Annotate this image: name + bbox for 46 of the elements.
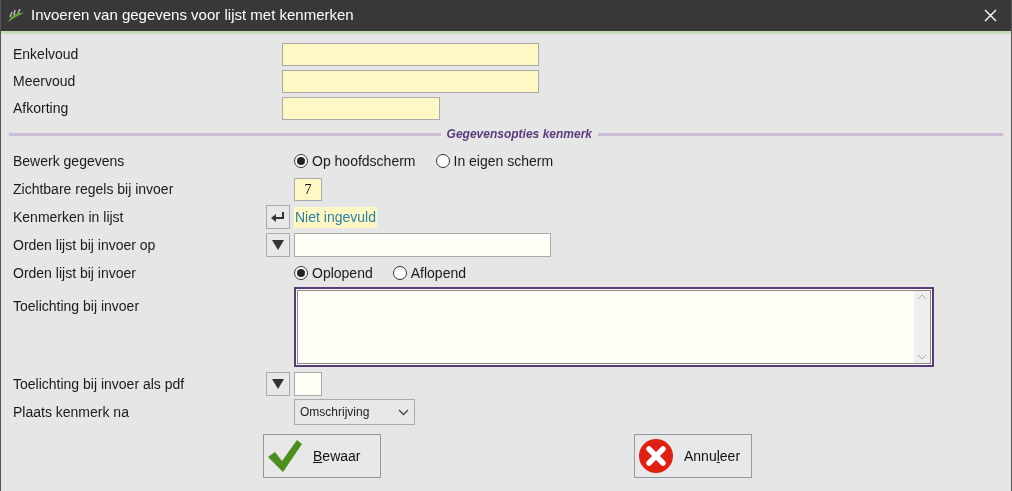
field-label: Toelichting bij invoer als pdf (13, 374, 186, 394)
radio-button[interactable] (435, 154, 450, 168)
radio-button[interactable] (392, 266, 407, 280)
radio-button[interactable] (294, 154, 308, 168)
enter-button[interactable] (266, 205, 290, 229)
field-label: Kenmerken in lijst (13, 207, 125, 227)
text-field[interactable] (282, 97, 440, 120)
checkmark-icon (267, 439, 303, 473)
chevron-down-icon (398, 408, 409, 416)
text-field[interactable] (294, 372, 322, 396)
radio-label: In eigen scherm (453, 151, 554, 171)
enter-icon (271, 212, 285, 222)
window-title: Invoeren van gegevens voor lijst met kenmerken (31, 5, 354, 26)
chevron-up-icon (917, 294, 927, 300)
field-label: Meervoud (13, 72, 77, 91)
field-label: Toelichting bij invoer (13, 297, 141, 316)
text-area[interactable] (294, 287, 934, 367)
number-field[interactable]: 7 (294, 177, 322, 201)
field-label: Afkorting (13, 99, 70, 118)
leaf-icon (7, 8, 25, 23)
cancel-button[interactable]: Annuleer (634, 434, 752, 478)
field-label: Orden lijst bij invoer op (13, 235, 157, 255)
text-field[interactable] (294, 233, 551, 257)
field-label: Bewerk gegevens (13, 151, 126, 171)
triangle-down-icon (272, 379, 284, 389)
value-link[interactable]: Niet ingevuld (294, 206, 377, 228)
field-label: Zichtbare regels bij invoer (13, 179, 175, 199)
cancel-icon (638, 438, 674, 474)
select-dropdown[interactable]: Omschrijving (294, 399, 415, 425)
field-label: Orden lijst bij invoer (13, 263, 137, 283)
radio-label: Aflopend (410, 263, 466, 283)
radio-label: Oplopend (312, 263, 373, 283)
field-label: Enkelvoud (13, 45, 80, 64)
triangle-down-icon (272, 240, 284, 250)
section-title: Gegevensopties kenmerk (445, 126, 593, 143)
radio-label: Op hoofdscherm (312, 151, 416, 171)
text-field[interactable] (282, 70, 539, 93)
field-label: Plaats kenmerk na (13, 402, 130, 422)
dropdown-button[interactable] (266, 233, 290, 257)
radio-button[interactable] (294, 266, 308, 280)
text-field[interactable] (282, 43, 539, 66)
scrollbar[interactable] (914, 291, 930, 363)
chevron-down-icon (917, 354, 927, 360)
dropdown-button[interactable] (266, 372, 290, 396)
save-button[interactable]: Bewaar (263, 434, 381, 478)
close-icon[interactable] (984, 9, 997, 22)
